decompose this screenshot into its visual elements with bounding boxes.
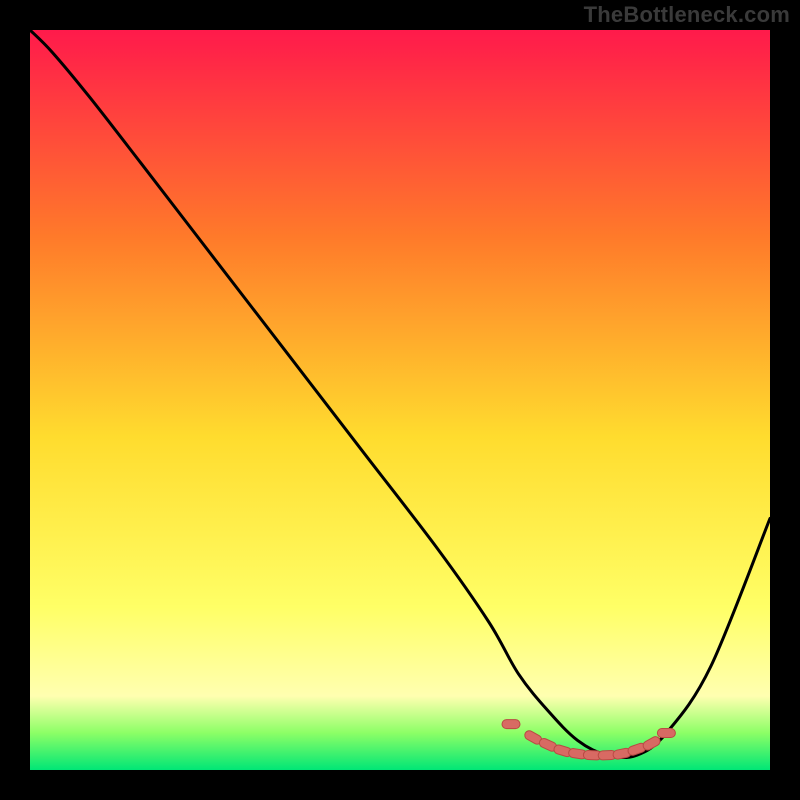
plot-area — [30, 30, 770, 770]
optimal-marker — [502, 720, 520, 729]
watermark-text: TheBottleneck.com — [584, 2, 790, 28]
chart-frame: TheBottleneck.com — [0, 0, 800, 800]
gradient-background — [30, 30, 770, 770]
optimal-marker — [657, 729, 675, 738]
bottleneck-chart-svg — [30, 30, 770, 770]
